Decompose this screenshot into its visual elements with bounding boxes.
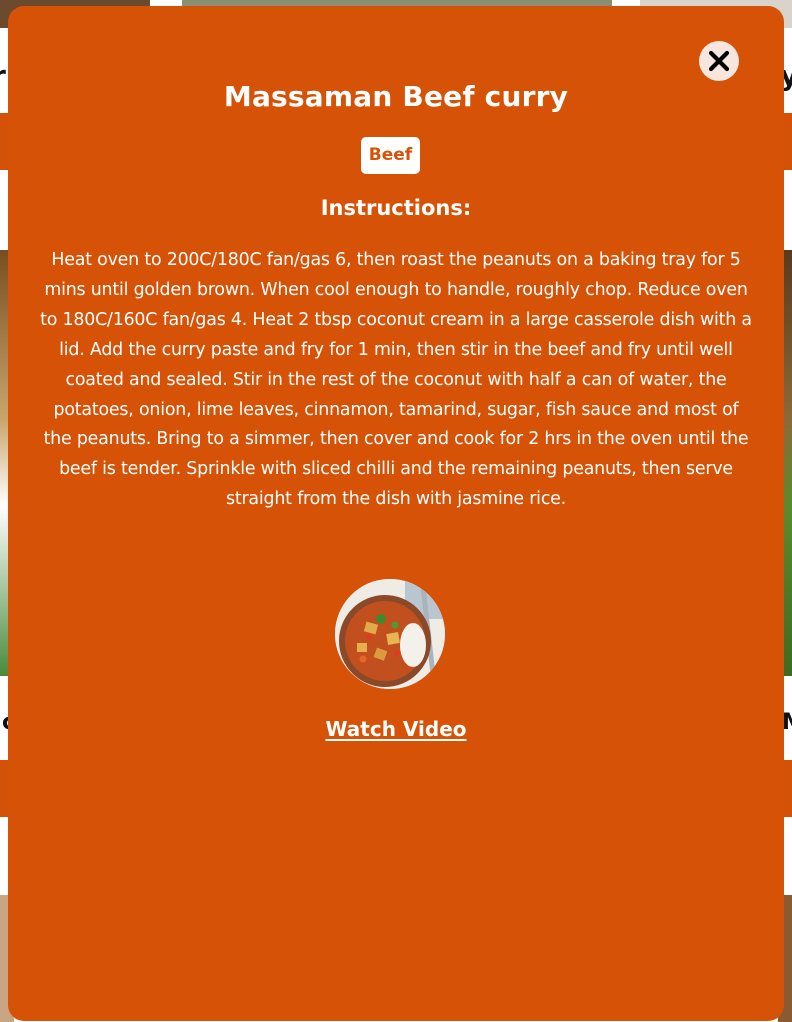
background-text: r <box>0 62 6 90</box>
recipe-title: Massaman Beef curry <box>223 80 569 113</box>
close-button[interactable] <box>699 41 739 81</box>
recipe-thumbnail <box>335 579 445 689</box>
close-icon <box>708 50 730 72</box>
recipe-modal: Massaman Beef curry Beef Instructions: H… <box>8 6 784 1021</box>
curry-bowl-icon <box>335 579 445 689</box>
category-badge: Beef <box>361 137 420 174</box>
instructions-text: Heat oven to 200C/180C fan/gas 6, then r… <box>40 250 752 510</box>
instructions-heading: Instructions: <box>320 196 472 220</box>
watch-video-link[interactable]: Watch Video <box>8 717 784 741</box>
